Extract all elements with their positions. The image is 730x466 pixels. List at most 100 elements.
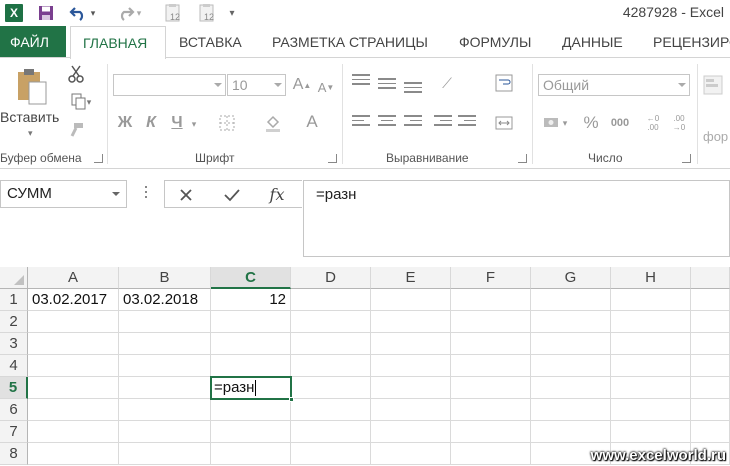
increase-decimal-button[interactable]: ←0.00 — [642, 110, 664, 136]
chevron-down-icon[interactable]: ▾ — [188, 116, 200, 132]
grid-cell[interactable] — [691, 421, 730, 443]
row-header[interactable]: 4 — [0, 355, 28, 377]
grid-cell[interactable] — [211, 355, 291, 377]
tab-formulas[interactable]: ФОРМУЛЫ — [459, 26, 531, 58]
align-middle-icon[interactable] — [378, 78, 396, 92]
grid-cell[interactable] — [451, 311, 531, 333]
tab-data[interactable]: ДАННЫЕ — [562, 26, 623, 58]
formula-input[interactable]: =разн — [303, 180, 730, 257]
number-format-select[interactable]: Общий — [538, 74, 690, 96]
tab-file[interactable]: ФАЙЛ — [0, 26, 66, 58]
customize-qat-button[interactable]: ▾ — [226, 2, 238, 24]
grid-cell[interactable] — [291, 355, 371, 377]
dialog-launcher-icon[interactable] — [328, 154, 337, 163]
align-left-icon[interactable] — [352, 115, 370, 129]
wrap-text-button[interactable] — [492, 72, 516, 94]
grid-cell[interactable] — [531, 311, 611, 333]
row-header[interactable]: 2 — [0, 311, 28, 333]
grid-cell[interactable] — [211, 311, 291, 333]
grid-cell[interactable] — [611, 421, 691, 443]
grid-cell[interactable] — [451, 399, 531, 421]
grid-cell[interactable] — [691, 289, 730, 311]
save-button[interactable] — [34, 2, 58, 24]
grid-cell[interactable] — [451, 377, 531, 399]
grid-cell[interactable] — [451, 289, 531, 311]
grid-cell[interactable] — [291, 443, 371, 465]
orientation-button[interactable]: ⟋ — [434, 72, 460, 94]
currency-format-button[interactable]: ▾ — [540, 112, 570, 134]
grid-cell[interactable] — [691, 355, 730, 377]
active-cell-c5[interactable]: =разн — [210, 376, 294, 402]
grid-cell[interactable] — [119, 377, 211, 399]
fill-color-button[interactable] — [258, 112, 288, 134]
column-header[interactable]: G — [531, 267, 611, 289]
grid-cell[interactable] — [28, 421, 119, 443]
merge-cells-button[interactable] — [492, 112, 516, 134]
column-header[interactable] — [691, 267, 730, 289]
align-bottom-icon[interactable] — [404, 82, 422, 96]
grid-cell[interactable] — [371, 443, 451, 465]
grid-cell[interactable] — [371, 399, 451, 421]
insert-function-button[interactable]: fx — [265, 183, 289, 205]
dialog-launcher-icon[interactable] — [94, 154, 103, 163]
fill-handle[interactable] — [289, 397, 294, 402]
grid-cell[interactable] — [531, 399, 611, 421]
grid-cell[interactable] — [371, 355, 451, 377]
format-painter-button[interactable] — [66, 120, 86, 140]
grid-cell[interactable] — [291, 399, 371, 421]
grid-cell[interactable] — [119, 421, 211, 443]
grid-cell[interactable] — [531, 377, 611, 399]
grid-cell[interactable] — [291, 311, 371, 333]
decrease-decimal-button[interactable]: .00 →0 — [668, 110, 690, 136]
redo-button[interactable]: ▾ — [112, 2, 144, 24]
decrease-indent-icon[interactable] — [434, 115, 452, 129]
paste-button[interactable] — [12, 66, 52, 106]
column-header[interactable]: H — [611, 267, 691, 289]
grid-cell[interactable] — [291, 421, 371, 443]
grid-cell[interactable] — [451, 355, 531, 377]
row-header[interactable]: 8 — [0, 443, 28, 465]
grid-cell[interactable] — [371, 311, 451, 333]
tab-review[interactable]: РЕЦЕНЗИРО — [653, 26, 730, 58]
grid-cell[interactable] — [119, 399, 211, 421]
grid-cell[interactable] — [611, 399, 691, 421]
decrease-font-button[interactable]: A ▼ — [316, 76, 336, 98]
grid-cell[interactable] — [119, 355, 211, 377]
column-header[interactable]: C — [211, 267, 291, 289]
grid-cell[interactable] — [451, 443, 531, 465]
column-header[interactable]: A — [28, 267, 119, 289]
dialog-launcher-icon[interactable] — [518, 154, 527, 163]
grid-cell[interactable] — [211, 399, 291, 421]
grid-cell[interactable] — [211, 333, 291, 355]
grid-cell[interactable] — [28, 333, 119, 355]
grid-cell[interactable] — [451, 421, 531, 443]
cell-b1[interactable]: 03.02.2018 — [119, 289, 211, 311]
grid-cell[interactable] — [371, 377, 451, 399]
italic-button[interactable]: К — [142, 112, 160, 134]
grid-cell[interactable] — [691, 311, 730, 333]
select-all-button[interactable] — [0, 267, 28, 289]
grid-cell[interactable] — [119, 443, 211, 465]
styles-partial-label[interactable]: фор — [703, 129, 728, 144]
comma-style-button[interactable]: 000 — [606, 112, 634, 134]
grid-cell[interactable] — [28, 377, 119, 399]
cancel-entry-button[interactable] — [175, 185, 197, 205]
cut-button[interactable] — [66, 64, 86, 84]
grid-cell[interactable] — [691, 377, 730, 399]
grid-cell[interactable] — [371, 289, 451, 311]
borders-button[interactable] — [214, 112, 240, 134]
row-header[interactable]: 6 — [0, 399, 28, 421]
clipboard-redo-button[interactable]: 12 — [194, 2, 220, 24]
tab-insert[interactable]: ВСТАВКА — [179, 26, 242, 58]
row-header[interactable]: 1 — [0, 289, 28, 311]
name-box[interactable]: СУММ — [0, 180, 127, 208]
dialog-launcher-icon[interactable] — [682, 154, 691, 163]
column-header[interactable]: F — [451, 267, 531, 289]
bold-button[interactable]: Ж — [116, 112, 134, 134]
align-center-icon[interactable] — [378, 115, 396, 129]
grid-cell[interactable] — [611, 377, 691, 399]
cell-c1[interactable]: 12 — [211, 289, 291, 311]
increase-font-button[interactable]: A ▲ — [292, 74, 312, 96]
font-color-button[interactable]: А — [300, 110, 324, 134]
grid-cell[interactable] — [531, 333, 611, 355]
